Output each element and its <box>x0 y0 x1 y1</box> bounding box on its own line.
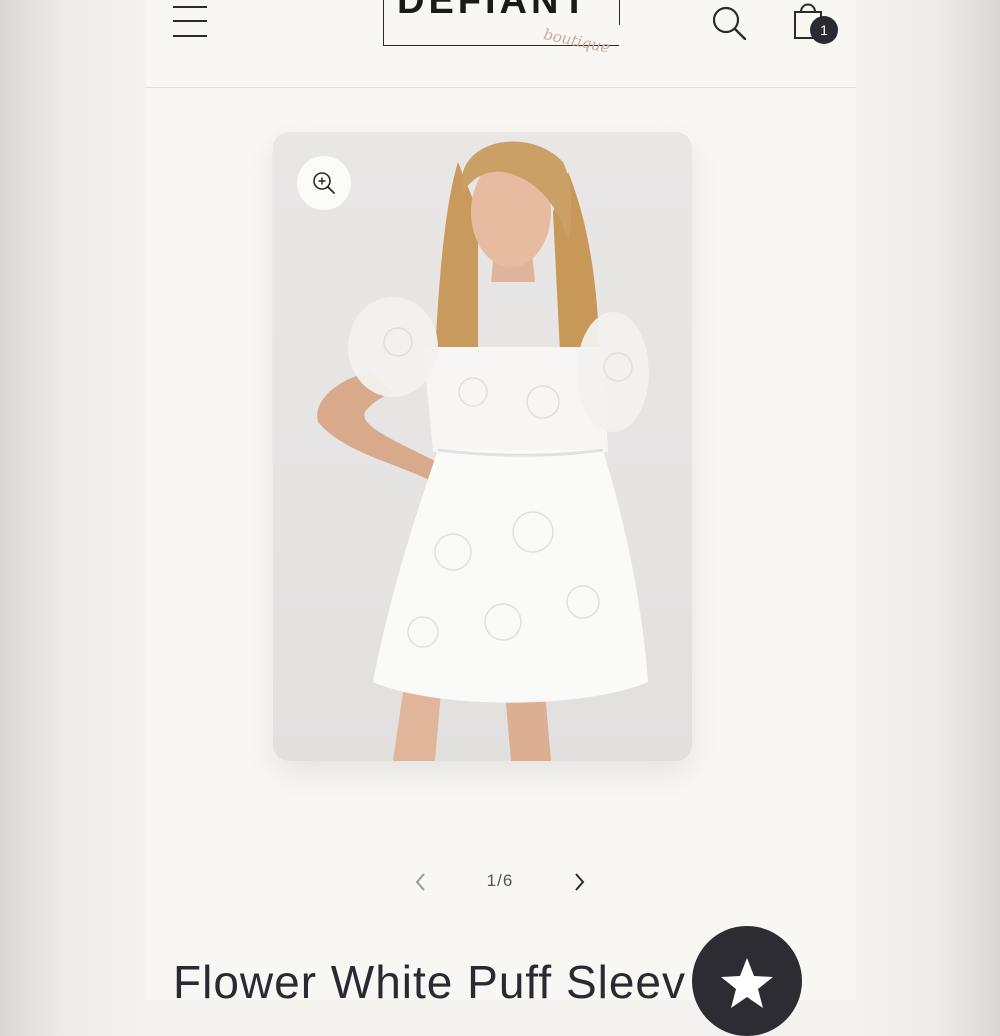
zoom-in-icon[interactable] <box>297 156 351 210</box>
site-header: DEFIANT boutique 1 <box>145 0 856 88</box>
cart-count-badge: 1 <box>810 16 838 44</box>
gallery-pager: 1/6 <box>145 866 856 898</box>
gallery-position: 1/6 <box>486 871 514 890</box>
chevron-left-icon[interactable] <box>411 870 431 894</box>
logo[interactable]: DEFIANT <box>397 0 590 23</box>
search-icon[interactable] <box>711 2 747 41</box>
chevron-right-icon[interactable] <box>569 870 589 894</box>
product-page: DEFIANT boutique 1 1/6 Flower White Puff… <box>145 0 856 1000</box>
reviews-button[interactable] <box>692 926 802 1036</box>
model-photo <box>317 141 649 761</box>
product-image[interactable] <box>273 132 692 761</box>
hamburger-menu-icon[interactable] <box>173 2 207 38</box>
star-icon <box>721 958 773 1008</box>
product-title: Flower White Puff Sleev <box>173 956 687 1000</box>
cart-button[interactable]: 1 <box>791 0 843 48</box>
